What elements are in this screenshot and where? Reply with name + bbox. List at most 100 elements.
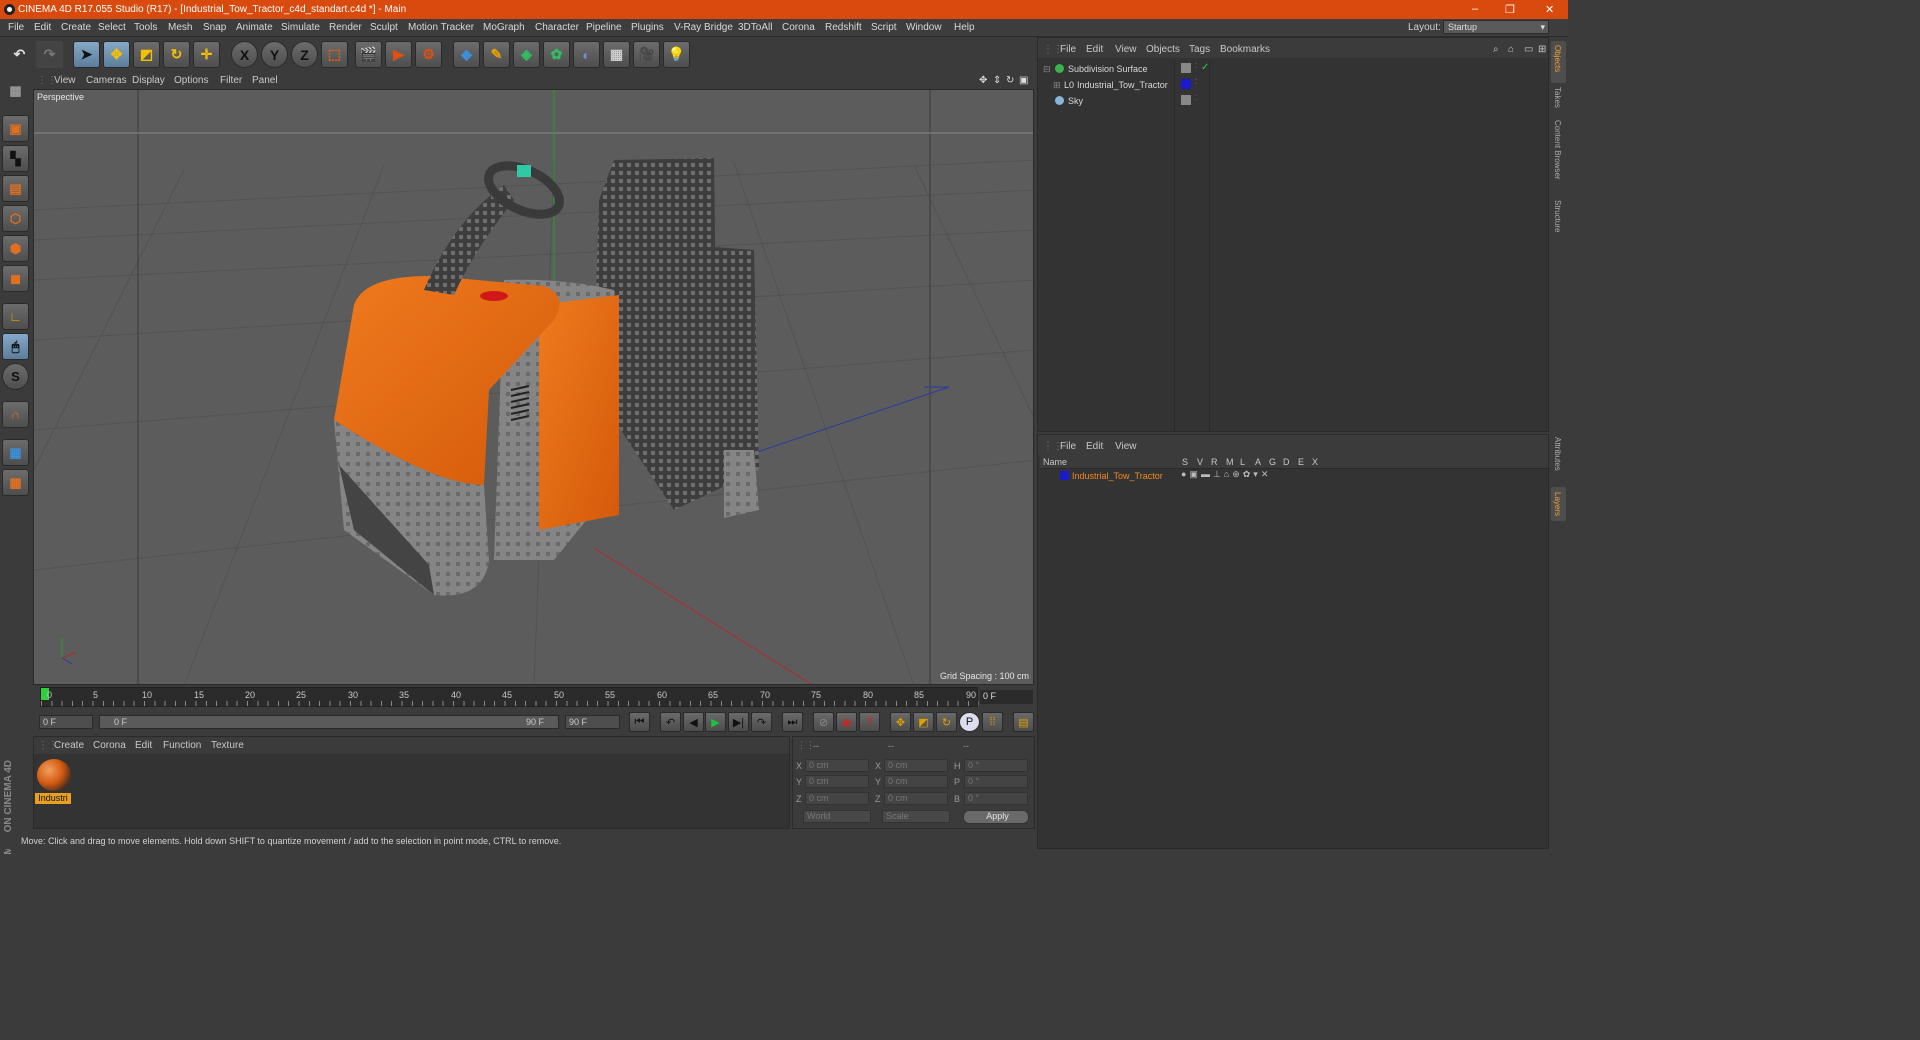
autokey-icon[interactable]: ◉ <box>836 712 857 732</box>
apply-button[interactable]: Apply <box>963 810 1029 824</box>
viewport-menu-cameras[interactable]: Cameras <box>86 75 127 86</box>
maximize-button[interactable]: ❐ <box>1505 3 1515 16</box>
layer-menu-edit[interactable]: Edit <box>1086 441 1103 452</box>
timeline-window-icon[interactable]: ▤ <box>1013 712 1034 732</box>
snap-magnet-icon[interactable]: ∩ <box>2 401 29 428</box>
tweak-mode-icon[interactable]: 🖱 <box>2 333 29 360</box>
key-position-icon[interactable]: ✥ <box>890 712 911 732</box>
points-mode-icon[interactable]: ⬡ <box>2 205 29 232</box>
object-menu-edit[interactable]: Edit <box>1086 44 1103 55</box>
layer-color-swatch[interactable] <box>1060 471 1069 480</box>
menu-simulate[interactable]: Simulate <box>281 22 320 33</box>
select-arrow-icon[interactable]: ➤ <box>73 41 100 68</box>
menu-corona[interactable]: Corona <box>782 22 815 33</box>
render-picture-queue-icon[interactable]: ▶ <box>385 41 412 68</box>
current-frame-field[interactable]: 0 F <box>980 690 1033 704</box>
object-menu-tags[interactable]: Tags <box>1189 44 1210 55</box>
viewport-menu-view[interactable]: View <box>54 75 76 86</box>
light-icon[interactable]: 💡 <box>663 41 690 68</box>
end-frame-field[interactable]: 90 F <box>565 715 620 729</box>
undo-icon[interactable]: ↶ <box>6 41 33 68</box>
menu-pipeline[interactable]: Pipeline <box>586 22 622 33</box>
size-x-field[interactable]: 0 cm <box>884 759 948 772</box>
tab-structure[interactable]: Structure <box>1553 200 1562 232</box>
axis-mode-icon[interactable]: ∟ <box>2 303 29 330</box>
close-button[interactable]: ✕ <box>1545 3 1554 16</box>
menu-file[interactable]: File <box>8 22 24 33</box>
menu-sculpt[interactable]: Sculpt <box>370 22 398 33</box>
scale-icon[interactable]: ◩ <box>133 41 160 68</box>
live-selection-icon[interactable]: ✛ <box>193 41 220 68</box>
tab-takes[interactable]: Takes <box>1553 87 1562 108</box>
menu-motion-tracker[interactable]: Motion Tracker <box>408 22 474 33</box>
model-mode-icon[interactable]: ▣ <box>2 115 29 142</box>
home-icon[interactable]: ⌂ <box>1508 44 1514 55</box>
texture-mode-icon[interactable]: ▚ <box>2 145 29 172</box>
rotate-icon[interactable]: ↻ <box>163 41 190 68</box>
key-rotation-icon[interactable]: ↻ <box>936 712 957 732</box>
render-view-icon[interactable]: 🎬 <box>355 41 382 68</box>
play-icon[interactable]: ▶ <box>705 712 726 732</box>
menu-edit[interactable]: Edit <box>34 22 51 33</box>
planar-workplane-icon[interactable]: ▦ <box>2 469 29 496</box>
spline-pen-icon[interactable]: ✎ <box>483 41 510 68</box>
object-menu-bookmarks[interactable]: Bookmarks <box>1220 44 1270 55</box>
menu-redshift[interactable]: Redshift <box>825 22 862 33</box>
menu-plugins[interactable]: Plugins <box>631 22 664 33</box>
layer-tag-icon[interactable] <box>1181 63 1191 73</box>
polygons-mode-icon[interactable]: ◼ <box>2 265 29 292</box>
workplane-icon[interactable]: ▤ <box>2 175 29 202</box>
next-key-icon[interactable]: ↷ <box>751 712 772 732</box>
key-scale-icon[interactable]: ◩ <box>913 712 934 732</box>
size-z-field[interactable]: 0 cm <box>884 792 948 805</box>
collapse-icon[interactable]: ⊟ <box>1043 64 1051 75</box>
material-menu-create[interactable]: Create <box>54 740 84 751</box>
menu-character[interactable]: Character <box>535 22 579 33</box>
viewport-rotate-icon[interactable]: ↻ <box>1006 75 1014 86</box>
object-row-subdivision[interactable]: ⊟ Subdivision Surface ⁚ ✓ <box>1040 61 1548 77</box>
timeline-ruler[interactable]: 0 5 10 15 20 25 30 35 40 45 50 55 60 65 … <box>40 687 979 707</box>
material-menu-texture[interactable]: Texture <box>211 740 244 751</box>
layer-row[interactable]: Industrial_Tow_Tractor ●▣▬⊥⌂⊕✿▾✕ <box>1040 468 1548 484</box>
next-frame-icon[interactable]: ▶| <box>728 712 749 732</box>
tab-content-browser[interactable]: Content Browser <box>1553 120 1562 180</box>
folder-icon[interactable]: ▭ <box>1524 44 1533 55</box>
edges-mode-icon[interactable]: ⬢ <box>2 235 29 262</box>
keyframe-selection-icon[interactable]: ? <box>859 712 880 732</box>
layer-toggle-icons[interactable]: ●▣▬⊥⌂⊕✿▾✕ <box>1181 469 1271 480</box>
viewport-maximize-icon[interactable]: ▣ <box>1019 75 1028 86</box>
viewport-menu-options[interactable]: Options <box>174 75 208 86</box>
menu-mograph[interactable]: MoGraph <box>483 22 525 33</box>
menu-vray-bridge[interactable]: V-Ray Bridge <box>674 22 733 33</box>
size-mode-select[interactable]: Scale <box>882 810 950 823</box>
locked-workplane-icon[interactable]: ▦ <box>2 439 29 466</box>
menu-select[interactable]: Select <box>98 22 126 33</box>
menu-mesh[interactable]: Mesh <box>168 22 192 33</box>
redo-icon[interactable]: ↷ <box>36 41 63 68</box>
visibility-dots[interactable]: ⁚ <box>1195 62 1197 70</box>
make-editable-icon[interactable]: ▩ <box>2 77 29 104</box>
render-settings-icon[interactable]: ⚙ <box>415 41 442 68</box>
viewport-menu-display[interactable]: Display <box>132 75 165 86</box>
menu-render[interactable]: Render <box>329 22 362 33</box>
rotation-h-field[interactable]: 0 ° <box>964 759 1028 772</box>
menu-3dtoall[interactable]: 3DToAll <box>738 22 772 33</box>
material-preview-swatch[interactable] <box>37 759 71 791</box>
viewport-move-icon[interactable]: ✥ <box>979 75 987 86</box>
tab-attributes[interactable]: Attributes <box>1553 437 1562 471</box>
z-axis-icon[interactable]: Z <box>291 41 318 68</box>
cube-primitive-icon[interactable]: ◆ <box>453 41 480 68</box>
position-y-field[interactable]: 0 cm <box>805 775 869 788</box>
object-menu-objects[interactable]: Objects <box>1146 44 1180 55</box>
floor-icon[interactable]: ▦ <box>603 41 630 68</box>
object-menu-view[interactable]: View <box>1115 44 1137 55</box>
preview-range-slider[interactable]: 0 F 90 F <box>99 715 559 729</box>
menu-animate[interactable]: Animate <box>236 22 273 33</box>
enabled-check-icon[interactable]: ✓ <box>1201 62 1209 73</box>
object-row-sky[interactable]: Sky ⁚ <box>1040 93 1548 109</box>
move-icon[interactable]: ✥ <box>103 41 130 68</box>
subdivision-icon[interactable]: ◈ <box>513 41 540 68</box>
tab-layers[interactable]: Layers <box>1553 492 1562 516</box>
tab-objects[interactable]: Objects <box>1553 45 1562 72</box>
layout-select[interactable]: Startup ▾ <box>1443 20 1549 34</box>
